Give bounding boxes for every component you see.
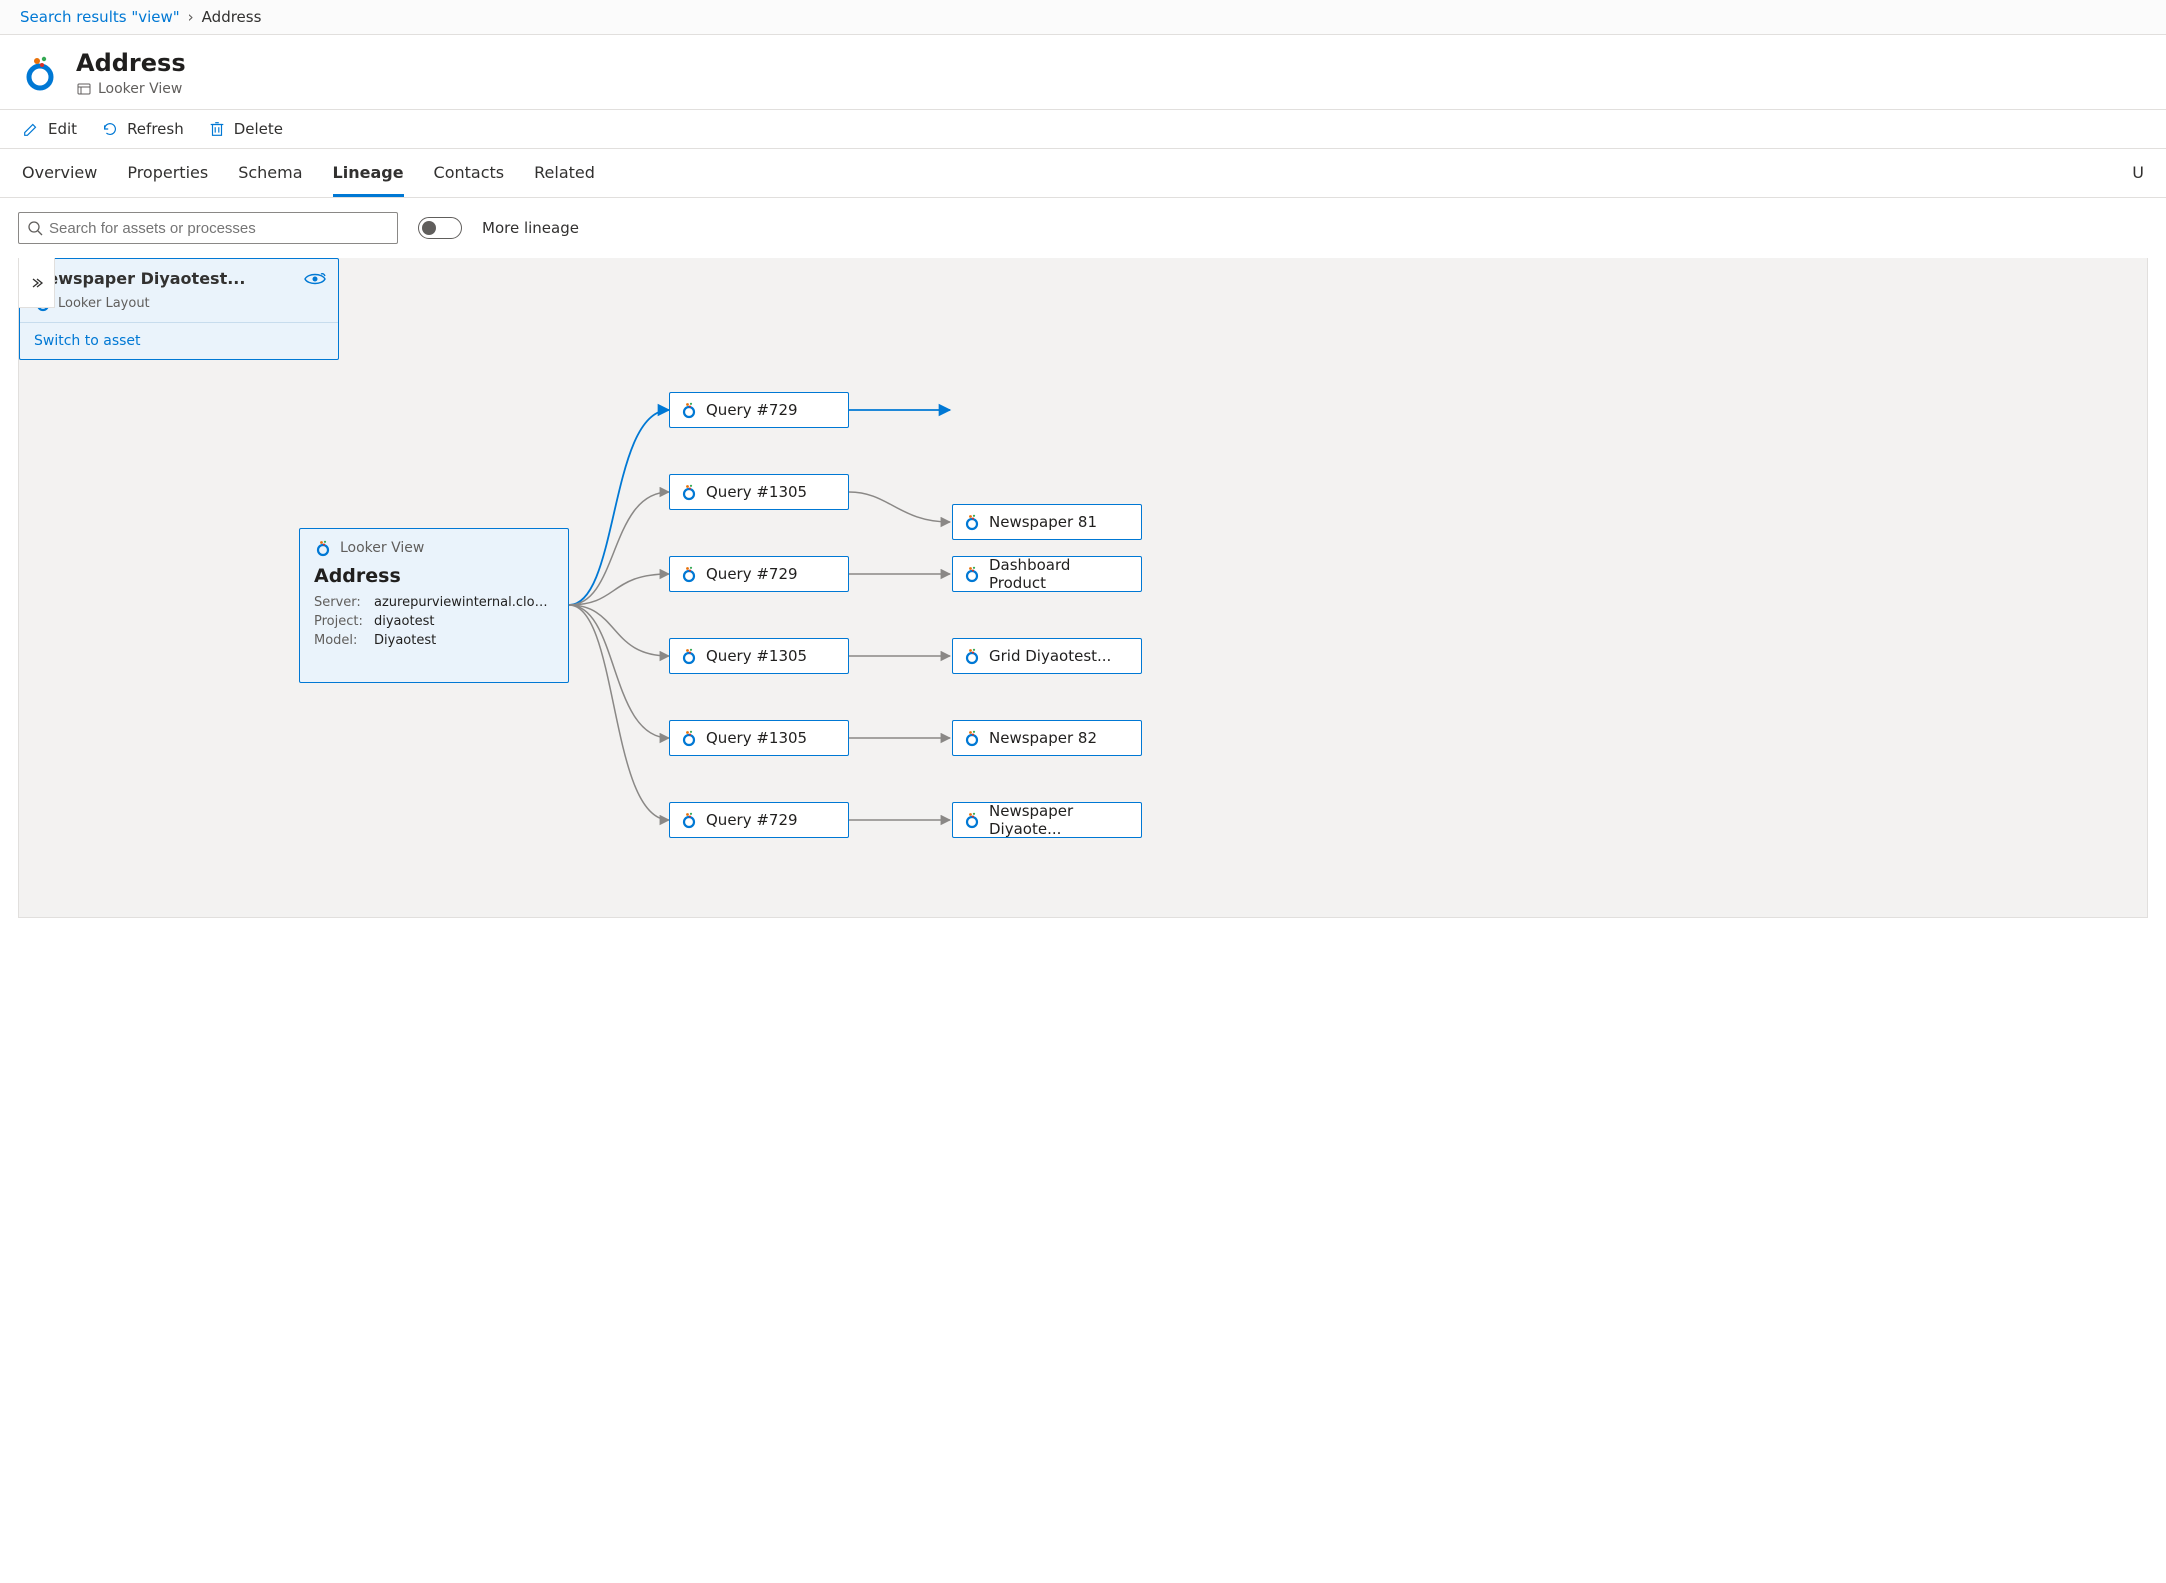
looker-icon	[680, 647, 698, 665]
lineage-source-node[interactable]: Looker View Address Server:azurepurviewi…	[299, 528, 569, 683]
delete-button[interactable]: Delete	[208, 120, 283, 138]
source-project-label: Project:	[314, 614, 374, 629]
query-label: Query #1305	[706, 483, 807, 501]
tab-right-overflow[interactable]: U	[2132, 149, 2144, 197]
search-icon	[27, 220, 43, 236]
more-lineage-label: More lineage	[482, 219, 579, 237]
chevron-right-icon: ›	[188, 8, 194, 26]
refresh-label: Refresh	[127, 120, 184, 138]
looker-icon	[963, 811, 981, 829]
looker-icon	[680, 565, 698, 583]
breadcrumb: Search results "view" › Address	[0, 0, 2166, 35]
search-input[interactable]	[49, 220, 389, 237]
source-server-label: Server:	[314, 595, 374, 610]
looker-icon	[963, 513, 981, 531]
query-label: Query #729	[706, 811, 798, 829]
lineage-query-node-3[interactable]: Query #1305	[669, 638, 849, 674]
lineage-dest-node-1[interactable]: Newspaper 81	[952, 504, 1142, 540]
tab-related[interactable]: Related	[534, 149, 595, 197]
page-header: Address Looker View	[0, 35, 2166, 109]
dest-label: Newspaper 81	[989, 513, 1097, 531]
dest-label: Newspaper 82	[989, 729, 1097, 747]
query-label: Query #1305	[706, 729, 807, 747]
entity-type-icon	[76, 81, 92, 97]
breadcrumb-link-search[interactable]: Search results "view"	[20, 8, 180, 26]
query-label: Query #1305	[706, 647, 807, 665]
looker-icon	[963, 565, 981, 583]
query-label: Query #729	[706, 401, 798, 419]
lineage-query-node-2[interactable]: Query #729	[669, 556, 849, 592]
looker-icon	[20, 53, 60, 93]
refresh-button[interactable]: Refresh	[101, 120, 184, 138]
tab-contacts[interactable]: Contacts	[434, 149, 505, 197]
lineage-query-node-5[interactable]: Query #729	[669, 802, 849, 838]
toolbar: Edit Refresh Delete	[0, 109, 2166, 149]
source-model-value: Diyaotest	[374, 633, 554, 648]
lineage-query-node-0[interactable]: Query #729	[669, 392, 849, 428]
panel-expand-handle[interactable]	[19, 258, 55, 308]
tab-lineage[interactable]: Lineage	[333, 149, 404, 197]
tabs: Overview Properties Schema Lineage Conta…	[0, 149, 2166, 198]
edit-button[interactable]: Edit	[22, 120, 77, 138]
dest-label: Dashboard Product	[989, 556, 1131, 592]
source-name: Address	[314, 565, 554, 587]
delete-label: Delete	[234, 120, 283, 138]
more-lineage-toggle[interactable]	[418, 217, 462, 239]
entity-subtype: Looker View	[98, 81, 182, 97]
lineage-canvas[interactable]: Looker View Address Server:azurepurviewi…	[18, 258, 2148, 918]
source-server-value: azurepurviewinternal.cloud.looker.co	[374, 595, 554, 610]
looker-icon	[680, 401, 698, 419]
lineage-dest-node-2[interactable]: Dashboard Product	[952, 556, 1142, 592]
lineage-query-node-1[interactable]: Query #1305	[669, 474, 849, 510]
looker-icon	[963, 729, 981, 747]
source-type-label: Looker View	[340, 540, 424, 556]
tab-properties[interactable]: Properties	[127, 149, 208, 197]
looker-icon	[680, 729, 698, 747]
lineage-dest-node-3[interactable]: Grid Diyaotest...	[952, 638, 1142, 674]
looker-icon	[680, 483, 698, 501]
query-label: Query #729	[706, 565, 798, 583]
lineage-dest-node-4[interactable]: Newspaper 82	[952, 720, 1142, 756]
search-input-wrapper[interactable]	[18, 212, 398, 244]
breadcrumb-current: Address	[202, 8, 262, 26]
source-project-value: diyaotest	[374, 614, 554, 629]
dest-label: Grid Diyaotest...	[989, 647, 1111, 665]
looker-icon	[680, 811, 698, 829]
edit-label: Edit	[48, 120, 77, 138]
page-title: Address	[76, 49, 186, 77]
looker-icon	[314, 539, 332, 557]
looker-icon	[963, 647, 981, 665]
tab-overview[interactable]: Overview	[22, 149, 97, 197]
lineage-dest-node-5[interactable]: Newspaper Diyaote...	[952, 802, 1142, 838]
source-model-label: Model:	[314, 633, 374, 648]
tab-schema[interactable]: Schema	[238, 149, 302, 197]
dest-label: Newspaper Diyaote...	[989, 802, 1131, 838]
lineage-controls: More lineage	[0, 198, 2166, 258]
lineage-query-node-4[interactable]: Query #1305	[669, 720, 849, 756]
